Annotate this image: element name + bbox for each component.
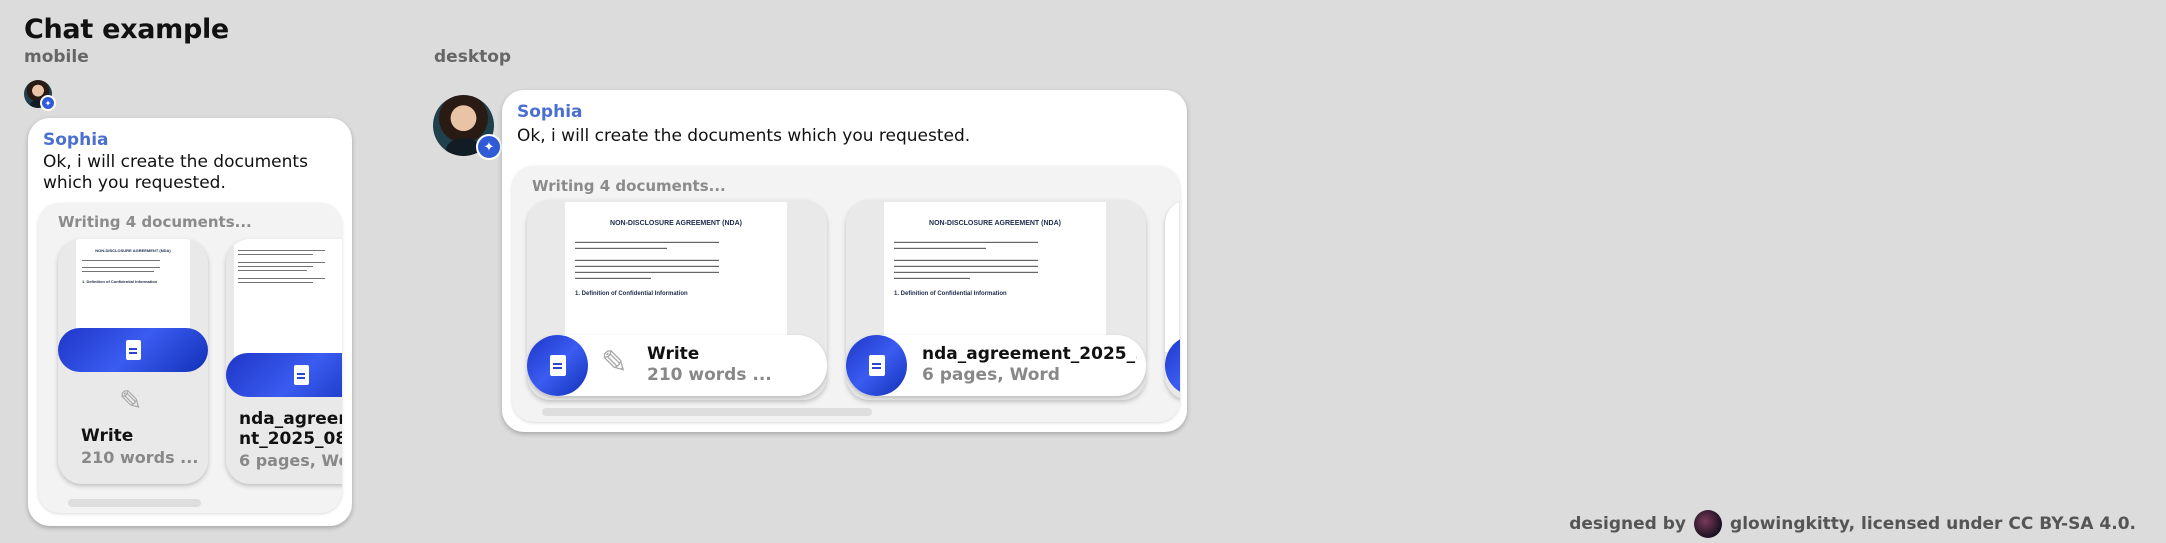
document-icon (549, 355, 566, 376)
desktop-avatar[interactable]: ✦ (433, 95, 502, 160)
preview-section: 1. Definition of Confidential Informatio… (82, 279, 158, 284)
preview-line: ▬▬▬▬▬▬▬▬▬▬▬▬▬▬▬▬▬▬▬▬▬▬▬▬▬▬▬▬▬ ▬▬▬▬▬▬▬▬▬▬… (238, 260, 325, 272)
ai-sparkle-icon: ✦ (40, 95, 56, 111)
card-subtitle: 210 words ... (81, 448, 199, 467)
document-icon (293, 365, 309, 385)
card-subtitle: 6 pages, Wo (239, 451, 342, 470)
credit-line: designed by glowingkitty, licensed under… (1569, 510, 2136, 538)
document-preview: NON-DISCLOSURE AGREEMENT (NDA) ▬▬▬▬▬▬▬▬▬… (565, 202, 787, 352)
preview-line: ▬▬▬▬▬▬▬▬▬▬▬▬▬▬▬▬▬▬▬▬▬▬▬▬▬▬▬▬▬ ▬▬▬▬▬▬▬▬▬▬… (238, 248, 325, 256)
message-text: Ok, i will create the documents which yo… (43, 152, 308, 193)
horizontal-scrollbar[interactable] (542, 408, 872, 416)
mobile-message-bubble: Sophia Ok, i will create the documents w… (28, 118, 352, 526)
document-icon-bar (226, 353, 342, 397)
document-card-write[interactable]: NON-DISCLOSURE AGREEMENT (NDA) ▬▬▬▬▬▬▬▬▬… (58, 239, 208, 484)
document-card-nda[interactable]: NON-DISCLOSURE AGREEMENT (NDA) ▬▬▬▬▬▬▬▬▬… (846, 200, 1146, 400)
document-icon-bar (58, 328, 208, 372)
preview-section: 1. Definition of Confidential Informatio… (575, 291, 688, 297)
document-icon-circle (846, 335, 907, 396)
document-preview: NON-DISCLOSURE AGREEMENT (NDA) ▬▬▬▬▬▬▬▬▬… (884, 202, 1106, 352)
preview-line: ▬▬▬▬▬▬▬▬▬▬▬▬▬▬▬▬▬▬▬▬▬▬▬▬▬▬▬▬▬▬▬▬▬▬▬▬ ▬▬▬… (894, 239, 1038, 250)
pencil-icon: ✎ (119, 384, 143, 417)
card-subtitle: 210 words ... (647, 365, 772, 385)
card-title: nda_agreement_2025_... (922, 344, 1137, 364)
documents-panel: Writing 4 documents... NON-DISCLOSURE AG… (512, 166, 1180, 422)
mobile-section-label: mobile (24, 47, 89, 67)
preview-heading: NON-DISCLOSURE AGREEMENT (NDA) (95, 248, 171, 253)
document-icon-circle (527, 335, 588, 396)
card-info-bar: ✎ Write 210 words ... (527, 335, 827, 396)
card-title-line2: nt_2025_08_ (239, 429, 342, 449)
credit-prefix: designed by (1569, 514, 1687, 534)
designer-avatar (1694, 510, 1723, 538)
writing-status: Writing 4 documents... (58, 213, 252, 231)
document-icon (125, 340, 141, 360)
message-text: Ok, i will create the documents which yo… (517, 126, 971, 146)
pencil-icon: ✎ (601, 343, 628, 381)
desktop-section-label: desktop (434, 47, 512, 67)
card-info-bar: nda_agreement_2025_... 6 pages, Word (846, 335, 1146, 396)
preview-line: ▬▬▬▬▬▬▬▬▬▬▬▬▬▬▬▬▬▬▬▬▬▬▬▬▬▬▬▬▬ ▬▬▬▬▬▬▬▬▬▬… (238, 276, 325, 284)
preview-line: ▬▬▬▬▬▬▬▬▬▬▬▬▬▬▬▬▬▬▬▬▬▬▬▬▬▬▬▬▬▬▬▬▬▬▬▬ ▬▬▬… (575, 257, 719, 280)
desktop-message-bubble: Sophia Ok, i will create the documents w… (502, 90, 1187, 432)
preview-line: ▬▬▬▬▬▬▬▬▬▬▬▬▬▬▬▬▬▬▬▬▬▬▬▬▬▬▬▬▬▬▬▬▬▬▬▬ ▬▬▬… (575, 239, 719, 250)
card-title: Write (81, 426, 134, 446)
preview-line: ▬▬▬▬▬▬▬▬▬▬▬▬▬▬▬▬▬▬▬▬▬▬▬▬▬▬▬▬▬▬▬▬▬▬▬▬ ▬▬▬… (894, 257, 1038, 280)
card-subtitle: 6 pages, Word (922, 365, 1060, 385)
document-card-write[interactable]: NON-DISCLOSURE AGREEMENT (NDA) ▬▬▬▬▬▬▬▬▬… (527, 200, 827, 400)
preview-line: ▬▬▬▬▬▬▬▬▬▬▬▬▬▬▬▬▬▬▬▬▬▬▬▬▬▬ (82, 258, 160, 262)
mobile-avatar[interactable]: ✦ (24, 80, 56, 111)
preview-section: 1. Definition of Confidential Informatio… (894, 291, 1007, 297)
document-card-nda[interactable]: ▬▬▬▬▬▬▬▬▬▬▬▬▬▬▬▬▬▬▬▬▬▬▬▬▬▬▬▬▬ ▬▬▬▬▬▬▬▬▬▬… (226, 239, 342, 484)
page-title: Chat example (24, 14, 229, 45)
horizontal-scrollbar[interactable] (68, 499, 201, 507)
document-icon (868, 355, 885, 376)
document-preview (1165, 202, 1179, 352)
preview-line: ▬▬▬▬▬▬▬▬▬▬▬▬▬▬▬▬▬▬▬▬▬▬▬▬▬▬ ▬▬▬▬▬▬▬▬▬▬▬▬▬… (82, 265, 160, 273)
sender-name: Sophia (43, 130, 109, 150)
documents-panel: Writing 4 documents... NON-DISCLOSURE AG… (38, 203, 342, 513)
card-title: Write (647, 344, 700, 364)
preview-heading: NON-DISCLOSURE AGREEMENT (NDA) (929, 220, 1061, 227)
ai-sparkle-icon: ✦ (476, 134, 502, 160)
writing-status: Writing 4 documents... (532, 177, 726, 195)
sender-name: Sophia (517, 102, 583, 122)
preview-heading: NON-DISCLOSURE AGREEMENT (NDA) (610, 220, 742, 227)
credit-text: glowingkitty, licensed under CC BY-SA 4.… (1730, 514, 2136, 534)
card-title-line1: nda_agreem (239, 409, 342, 429)
document-card-peek[interactable] (1165, 200, 1180, 400)
